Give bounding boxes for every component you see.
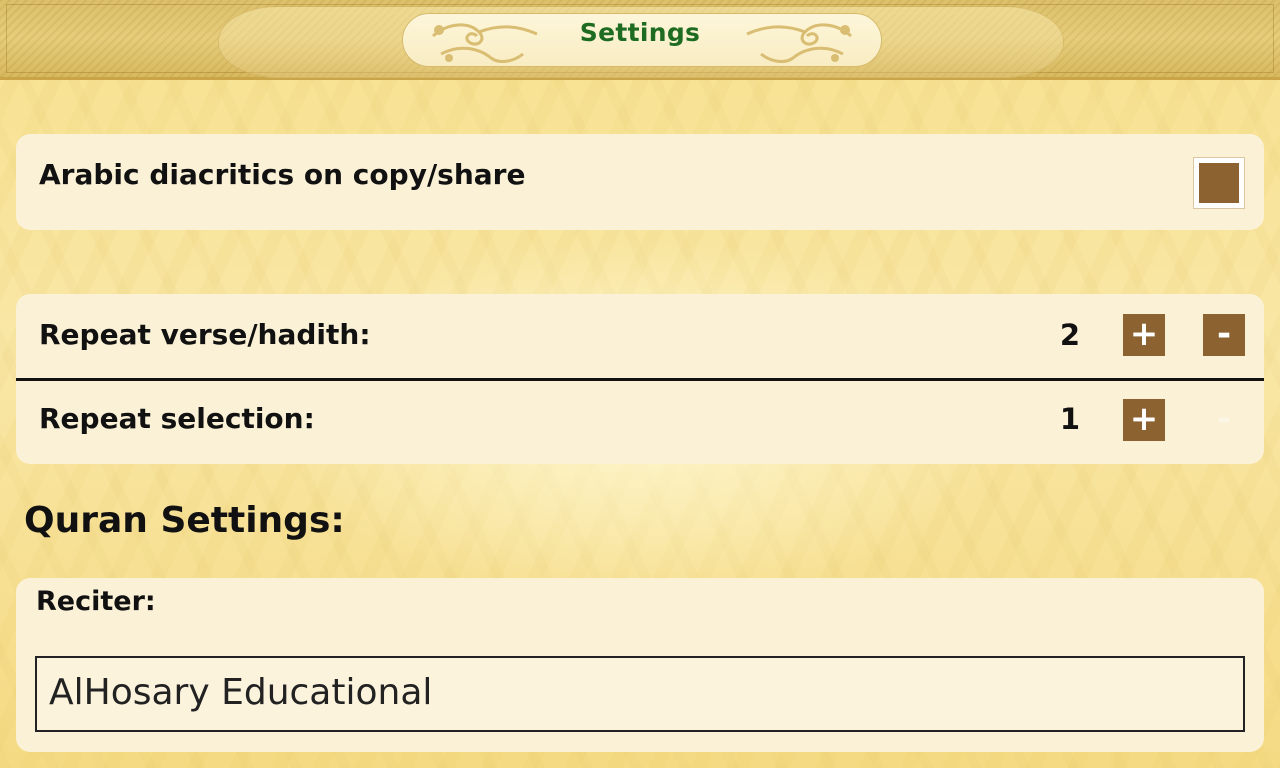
page-title: Settings [579,18,701,47]
repeat-selection-minus-button[interactable]: - [1203,399,1245,441]
diacritics-checkbox[interactable] [1194,158,1244,208]
repeat-verse-minus-button[interactable]: - [1203,314,1245,356]
row-divider [16,378,1264,381]
diacritics-label: Arabic diacritics on copy/share [39,158,526,191]
reciter-card: Reciter: AlHosary Educational [16,578,1264,752]
quran-settings-heading: Quran Settings: [24,500,345,541]
repeat-selection-label: Repeat selection: [39,402,315,435]
repeat-card: Repeat verse/hadith: 2 + - Repeat select… [16,294,1264,464]
reciter-label: Reciter: [36,586,156,617]
repeat-verse-plus-button[interactable]: + [1123,314,1165,356]
repeat-selection-plus-button[interactable]: + [1123,399,1165,441]
reciter-select[interactable]: AlHosary Educational [35,656,1245,732]
diacritics-card: Arabic diacritics on copy/share [16,134,1264,230]
repeat-verse-count: 2 [1059,318,1081,352]
reciter-selected-value: AlHosary Educational [49,672,433,713]
repeat-selection-count: 1 [1059,402,1081,436]
header-bar: Settings [0,0,1280,80]
repeat-verse-label: Repeat verse/hadith: [39,318,371,351]
